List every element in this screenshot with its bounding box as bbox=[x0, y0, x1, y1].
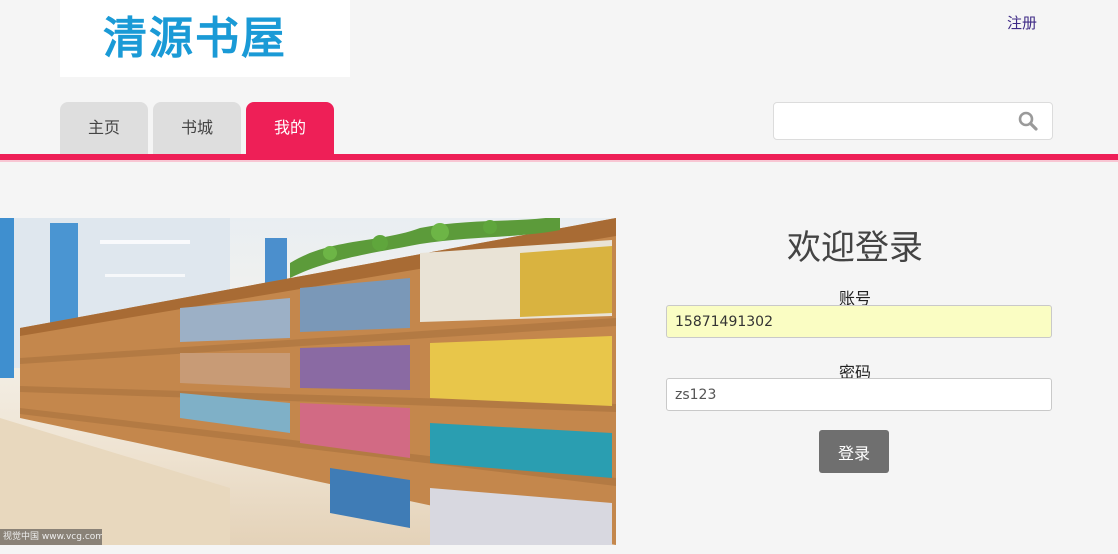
search-icon[interactable] bbox=[1018, 111, 1038, 135]
logo[interactable]: 清源书屋 bbox=[60, 0, 350, 77]
password-field[interactable] bbox=[666, 378, 1052, 411]
tab-mine[interactable]: 我的 bbox=[246, 102, 334, 154]
account-field[interactable] bbox=[666, 305, 1052, 338]
logo-text: 清源书屋 bbox=[103, 13, 287, 64]
register-link[interactable]: 注册 bbox=[1007, 12, 1037, 33]
bookshelf-photo bbox=[0, 218, 616, 545]
nav-divider-shadow bbox=[0, 160, 1118, 162]
tab-home[interactable]: 主页 bbox=[60, 102, 148, 154]
login-title: 欢迎登录 bbox=[787, 228, 923, 268]
search-input[interactable] bbox=[782, 107, 1006, 135]
photo-watermark: 视觉中国 www.vcg.com bbox=[0, 529, 102, 545]
login-button[interactable]: 登录 bbox=[819, 430, 889, 473]
bookshelf-illustration bbox=[0, 218, 616, 545]
tab-bookstore[interactable]: 书城 bbox=[153, 102, 241, 154]
main-nav: 主页 书城 我的 bbox=[60, 102, 339, 154]
search-box bbox=[773, 102, 1053, 140]
